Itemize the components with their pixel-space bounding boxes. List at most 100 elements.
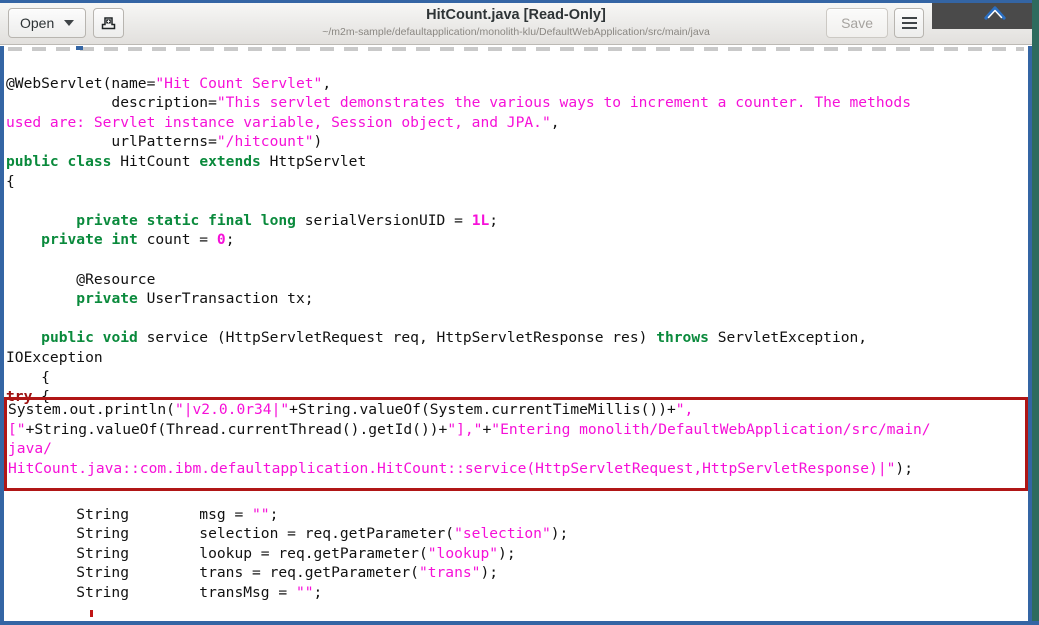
hamburger-menu-button[interactable] xyxy=(894,8,924,38)
gedit-window: Open HitCount.java [Read-Only] ~/m2m-sam… xyxy=(0,0,1039,625)
code-token: + xyxy=(482,420,492,438)
save-button-label: Save xyxy=(841,15,873,31)
code-token: description= xyxy=(6,94,217,112)
code-line: @Resource xyxy=(5,270,1028,290)
code-token: +String.valueOf(System.currentTimeMillis… xyxy=(289,401,676,418)
code-token: { xyxy=(6,368,50,386)
code-line: private static final long serialVersionU… xyxy=(5,211,1028,231)
new-document-button[interactable] xyxy=(93,8,125,38)
code-token: public class xyxy=(6,152,121,170)
open-button-label: Open xyxy=(20,15,55,31)
code-token: throws xyxy=(656,329,718,347)
code-token: HttpServlet xyxy=(269,152,367,170)
code-token: "selection" xyxy=(454,525,551,543)
header-bar: Open HitCount.java [Read-Only] ~/m2m-sam… xyxy=(0,3,1032,45)
code-token: ServletException, xyxy=(717,329,868,347)
save-document-icon xyxy=(102,16,116,29)
code-token: "]," xyxy=(447,420,483,438)
code-token: , xyxy=(322,74,332,92)
code-token: "Hit Count Servlet" xyxy=(155,74,323,92)
code-token: "This servlet demonstrates the various w… xyxy=(216,94,911,112)
code-token: "/hitcount" xyxy=(216,133,314,151)
code-line: private UserTransaction tx; xyxy=(5,289,1028,309)
code-token: "lookup" xyxy=(427,544,499,562)
chevron-down-icon xyxy=(64,20,75,26)
code-token: private int xyxy=(41,231,147,249)
code-token: String msg = xyxy=(6,505,253,523)
code-token: @WebServlet(name= xyxy=(6,74,156,92)
code-token: ); xyxy=(480,564,499,582)
save-button[interactable]: Save xyxy=(826,8,888,38)
code-token: ; xyxy=(313,584,323,602)
code-line: IOException xyxy=(5,348,1028,368)
code-token: ); xyxy=(895,459,913,477)
code-token: public void xyxy=(41,329,147,347)
code-token: String selection = req.getParameter( xyxy=(6,525,455,543)
code-token: urlPatterns= xyxy=(6,133,217,151)
code-token: String lookup = req.getParameter( xyxy=(6,544,428,562)
code-token: @Resource xyxy=(6,270,156,288)
highlighted-code-line: java/ xyxy=(7,439,1028,459)
code-token: "" xyxy=(252,505,270,523)
code-line: description="This servlet demonstrates t… xyxy=(5,93,1028,113)
code-token: 1L xyxy=(471,211,490,229)
highlighted-code-line: HitCount.java::com.ibm.defaultapplicatio… xyxy=(7,459,1028,479)
highlighted-code-line: ["+String.valueOf(Thread.currentThread()… xyxy=(7,420,1028,440)
highlighted-code-line: System.out.println("|v2.0.0r34|"+String.… xyxy=(7,400,1028,420)
header-left-controls: Open xyxy=(8,8,125,38)
cursor-tick xyxy=(76,46,83,50)
code-token: +String.valueOf(Thread.currentThread().g… xyxy=(25,420,448,438)
code-token: ); xyxy=(550,525,569,543)
code-token: ; xyxy=(225,231,235,249)
code-token: "trans" xyxy=(418,564,481,582)
code-line: public void service (HttpServletRequest … xyxy=(5,328,1028,348)
highlighted-code-text: System.out.println("|v2.0.0r34|"+String.… xyxy=(4,400,1028,478)
code-line: String lookup = req.getParameter("lookup… xyxy=(5,544,1028,564)
code-token: HitCount xyxy=(120,152,200,170)
code-token: "|v2.0.0r34|" xyxy=(174,401,290,418)
text-editor-area[interactable]: @WebServlet(name="Hit Count Servlet", de… xyxy=(0,46,1032,621)
code-token: used are: Servlet instance variable, Ses… xyxy=(6,113,551,131)
code-line: { xyxy=(5,172,1028,192)
partial-glyph-marker xyxy=(90,610,93,617)
source-code-text[interactable]: @WebServlet(name="Hit Count Servlet", de… xyxy=(4,54,1028,621)
code-token: count = xyxy=(146,231,217,249)
code-line: @WebServlet(name="Hit Count Servlet", xyxy=(5,74,1028,94)
code-token: String transMsg = xyxy=(6,584,296,602)
code-token: IOException xyxy=(6,348,103,366)
hamburger-menu-icon-bar xyxy=(901,17,917,19)
code-line: String msg = ""; xyxy=(5,505,1028,525)
code-token: private static final long xyxy=(76,211,305,229)
code-token: extends xyxy=(199,152,270,170)
open-button[interactable]: Open xyxy=(8,8,87,38)
code-token: , xyxy=(550,113,560,131)
code-line: used are: Servlet instance variable, Ses… xyxy=(5,113,1028,133)
code-token: serialVersionUID = xyxy=(304,211,472,229)
code-token: 0 xyxy=(216,231,226,249)
code-token: { xyxy=(6,172,15,190)
code-token: String trans = req.getParameter( xyxy=(6,564,419,582)
code-token: ; xyxy=(489,211,499,229)
code-token: ; xyxy=(269,505,279,523)
code-token: private xyxy=(76,290,147,308)
window-bottom-accent-strip xyxy=(0,621,1039,625)
code-line: String trans = req.getParameter("trans")… xyxy=(5,563,1028,583)
code-line: public class HitCount extends HttpServle… xyxy=(5,152,1028,172)
code-line: String selection = req.getParameter("sel… xyxy=(5,524,1028,544)
code-line: { xyxy=(5,368,1028,388)
hamburger-menu-icon-bar xyxy=(901,22,917,24)
chevron-up-icon xyxy=(984,6,1006,20)
dashed-line xyxy=(8,47,1024,51)
code-token: UserTransaction tx; xyxy=(146,290,314,308)
code-token: [" xyxy=(8,420,26,438)
code-token: ", xyxy=(675,401,694,418)
